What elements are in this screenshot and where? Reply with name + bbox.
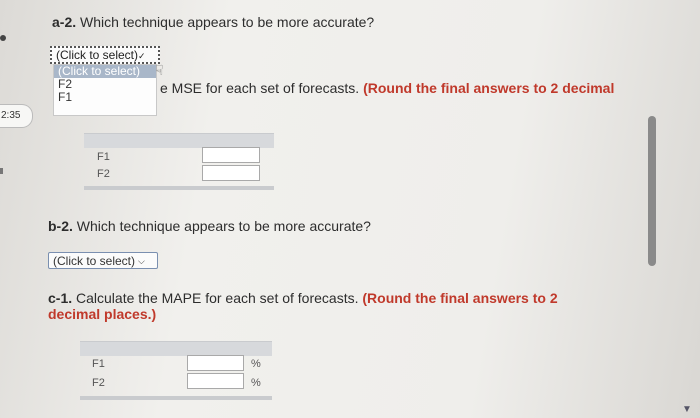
question-b2: b-2. Which technique appears to be more …: [48, 218, 371, 234]
chevron-down-icon: ⌵: [138, 256, 145, 266]
question-a2-label: a-2.: [52, 14, 77, 30]
a2-dropdown-list: (Click to select) F2 F1: [53, 64, 157, 116]
timer-badge: 2:35: [0, 104, 33, 128]
a2-option-f1[interactable]: F1: [54, 91, 156, 104]
question-b2-text: Which technique appears to be more accur…: [76, 218, 371, 234]
mape-row-label-f1: F1: [92, 358, 105, 370]
mape-unit-f2: %: [251, 377, 261, 389]
mape-input-f2[interactable]: [187, 373, 244, 389]
question-b2-label: b-2.: [48, 218, 73, 234]
mse-table-footer: [84, 186, 274, 190]
mse-input-f2[interactable]: [202, 165, 260, 181]
b2-select[interactable]: (Click to select) ⌵: [48, 252, 158, 269]
nav-bullet: [0, 35, 6, 41]
question-c1-text: Calculate the MAPE for each set of forec…: [76, 290, 359, 306]
nav-tick: [0, 168, 3, 174]
question-b1-text: e MSE for each set of forecasts.: [160, 80, 360, 96]
question-c1-instruction-2: decimal places.): [48, 306, 157, 322]
mape-input-f1[interactable]: [187, 355, 244, 371]
mse-row-label-f1: F1: [97, 151, 110, 163]
scroll-down-arrow-icon[interactable]: ▼: [682, 404, 692, 415]
scrollbar-thumb[interactable]: [648, 116, 656, 266]
mape-unit-f1: %: [251, 358, 261, 370]
question-c1-instruction-1: (Round the final answers to 2: [362, 290, 558, 306]
question-b1-instruction: (Round the final answers to 2 decimal: [363, 80, 615, 96]
hand-cursor-icon: ☟: [155, 62, 164, 78]
mape-row-label-f2: F2: [92, 377, 105, 389]
mape-table-header: [80, 341, 272, 356]
mse-row-label-f2: F2: [97, 168, 110, 180]
page: 2:35 a-2. Which technique appears to be …: [0, 0, 700, 418]
question-c1-label: c-1.: [48, 290, 73, 306]
question-b1: e MSE for each set of forecasts. (Round …: [160, 80, 614, 96]
question-c1: c-1. Calculate the MAPE for each set of …: [48, 290, 558, 306]
mse-table-header: [84, 133, 274, 148]
mape-table-footer: [80, 396, 272, 400]
b2-select-value: (Click to select): [53, 254, 136, 268]
question-a2: a-2. Which technique appears to be more …: [52, 14, 374, 30]
chevron-down-icon: ✓: [138, 51, 146, 61]
mse-input-f1[interactable]: [202, 147, 260, 163]
question-a2-text: Which technique appears to be more accur…: [80, 14, 375, 30]
a2-select[interactable]: (Click to select)✓: [50, 46, 160, 64]
a2-select-value: (Click to select): [56, 48, 139, 62]
